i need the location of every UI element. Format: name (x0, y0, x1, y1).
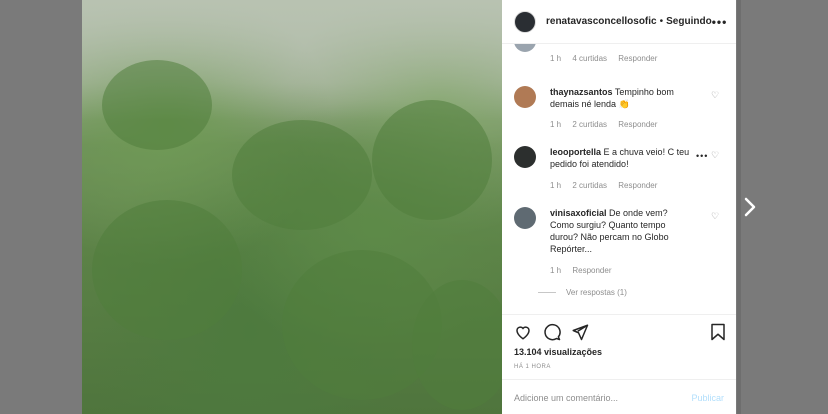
commenter-username[interactable]: vinisaxoficial (550, 208, 607, 218)
page-scrollbar[interactable] (737, 0, 741, 414)
comment-body: leooportella E a chuva veio! C teu pedid… (550, 146, 690, 170)
comment-like-icon[interactable]: ♡ (711, 211, 720, 221)
commenter-username[interactable]: thaynazsantos (550, 87, 613, 97)
comment-item: vinisaxoficial De onde vem? Como surgiu?… (514, 207, 724, 287)
share-icon[interactable] (571, 323, 589, 341)
commenter-avatar[interactable] (514, 44, 536, 52)
post-media[interactable] (82, 0, 502, 414)
comment-item: leooportella E a chuva veio! C teu pedid… (514, 146, 724, 196)
comment-reply-button[interactable]: Responder (618, 120, 657, 129)
comment-body: vinisaxoficial De onde vem? Como surgiu?… (550, 207, 690, 255)
comment-meta: 1 h 4 curtidas Responder (550, 54, 666, 63)
foliage (372, 100, 492, 220)
comment-likes[interactable]: 4 curtidas (572, 54, 607, 63)
commenter-avatar[interactable] (514, 86, 536, 108)
follow-status-button[interactable]: Seguindo (666, 16, 712, 27)
post-time[interactable]: HÁ 1 HORA (514, 364, 551, 370)
view-count[interactable]: 13.104 visualizações (514, 347, 602, 357)
replies-divider (538, 292, 556, 293)
view-replies-label: Ver respostas (1) (566, 288, 627, 297)
comment-time: 1 h (550, 120, 562, 129)
bookmark-icon[interactable] (710, 323, 726, 341)
more-options-icon[interactable]: ••• (712, 15, 728, 29)
add-comment-bar: Publicar (502, 379, 736, 414)
post-side-panel: renatavasconcellosofic • Seguindo ••• ♡ … (502, 0, 736, 414)
action-icons (514, 323, 726, 343)
comment-body: thaynazsantos Tempinho bom demais né len… (550, 86, 690, 110)
comment-likes[interactable]: 2 curtidas (572, 181, 607, 190)
post-actions: 13.104 visualizações HÁ 1 HORA Publicar (502, 314, 736, 414)
foliage (412, 280, 502, 410)
comment-likes[interactable]: 2 curtidas (572, 120, 607, 129)
foliage (102, 60, 212, 150)
comment-item: ♡ 1 h 4 curtidas Responder (514, 44, 724, 70)
comment-time: 1 h (550, 54, 562, 63)
post-header: renatavasconcellosofic • Seguindo ••• (502, 0, 736, 44)
comment-reply-button[interactable]: Responder (572, 266, 611, 275)
heart-icon[interactable] (514, 323, 532, 341)
foliage (232, 120, 372, 230)
comment-input[interactable] (514, 392, 674, 403)
comment-meta: 1 h Responder (550, 266, 621, 275)
comment-meta: 1 h 2 curtidas Responder (550, 181, 666, 190)
comment-meta: 1 h 2 curtidas Responder (550, 120, 666, 129)
foliage (92, 200, 242, 340)
commenter-avatar[interactable] (514, 146, 536, 168)
comments-list[interactable]: ♡ 1 h 4 curtidas Responder thaynazsantos… (502, 44, 736, 314)
comment-like-icon[interactable]: ♡ (711, 90, 720, 100)
comment-like-icon[interactable]: ♡ (711, 150, 720, 160)
comment-time: 1 h (550, 266, 562, 275)
author-avatar[interactable] (514, 10, 536, 33)
view-replies-button[interactable]: Ver respostas (1) (538, 288, 627, 297)
author-username[interactable]: renatavasconcellosofic (546, 16, 657, 27)
comment-time: 1 h (550, 181, 562, 190)
comment-icon[interactable] (543, 323, 561, 341)
commenter-avatar[interactable] (514, 207, 536, 229)
comment-item: thaynazsantos Tempinho bom demais né len… (514, 86, 724, 136)
comment-options-icon[interactable]: ••• (696, 151, 708, 161)
header-separator: • (659, 16, 664, 27)
commenter-username[interactable]: leooportella (550, 147, 601, 157)
comment-reply-button[interactable]: Responder (618, 54, 657, 63)
next-post-arrow-icon[interactable] (742, 196, 758, 218)
publish-button[interactable]: Publicar (691, 393, 724, 403)
comment-reply-button[interactable]: Responder (618, 181, 657, 190)
